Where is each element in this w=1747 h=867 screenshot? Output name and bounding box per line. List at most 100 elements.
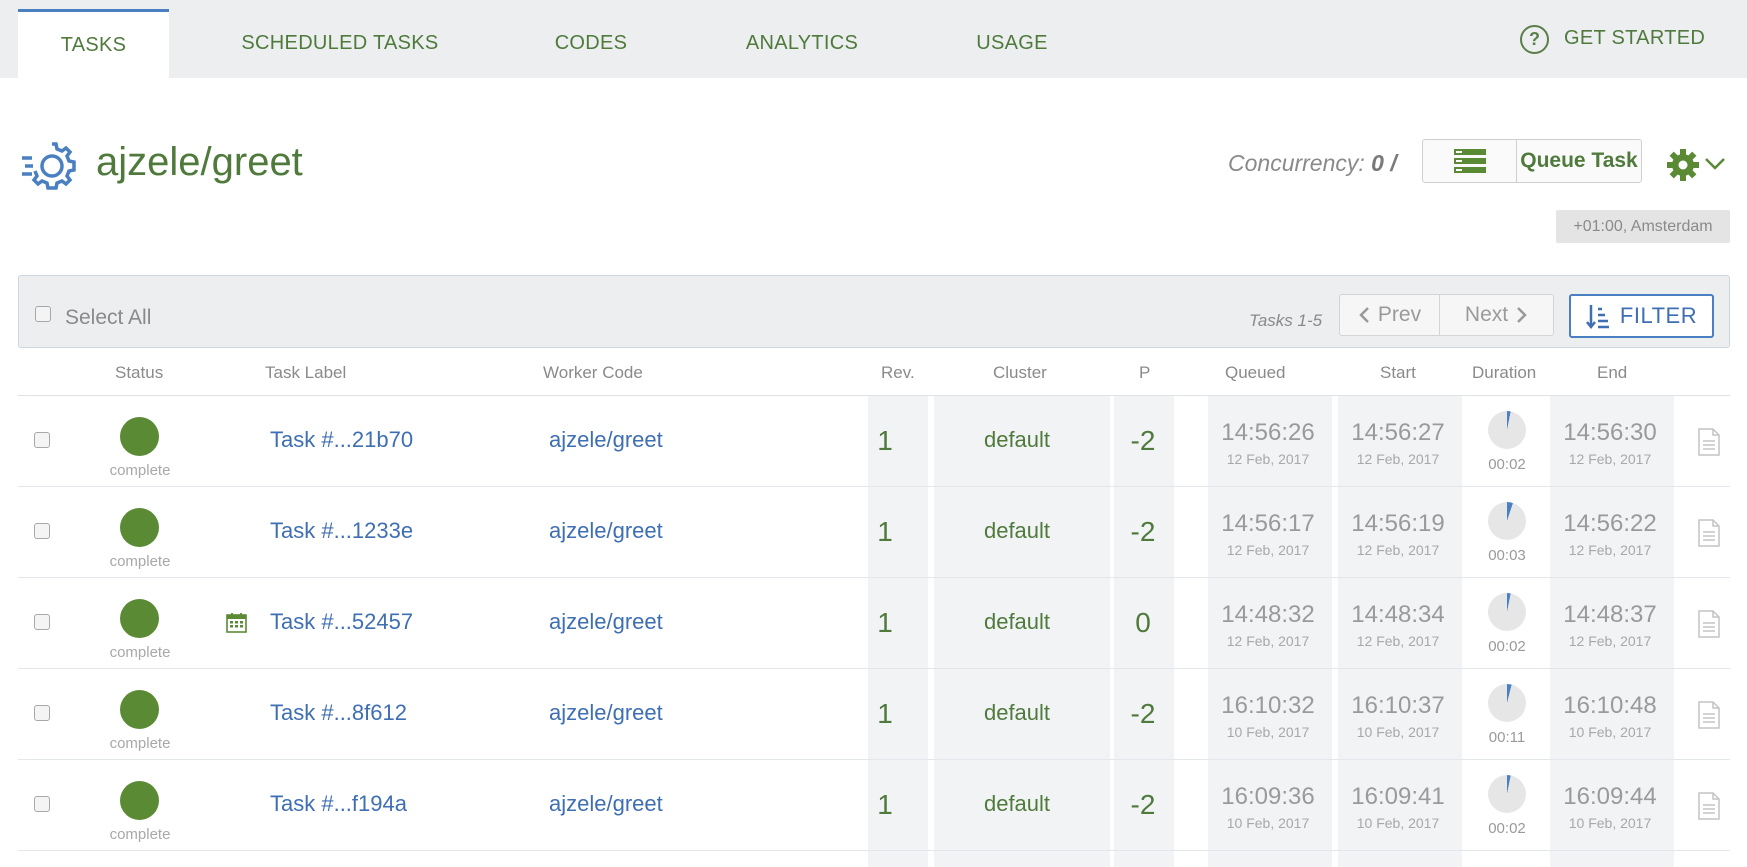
row-checkbox[interactable] xyxy=(34,796,50,812)
column-header-duration: Duration xyxy=(1472,363,1537,382)
help-icon[interactable]: ? xyxy=(1520,25,1549,54)
next-label: Next xyxy=(1464,303,1509,326)
worker-code-link[interactable]: ajzele/greet xyxy=(549,791,663,817)
priority: -2 xyxy=(1130,789,1156,820)
status-complete-dot xyxy=(120,599,159,638)
column-header-start: Start xyxy=(1380,363,1416,382)
select-all-checkbox[interactable] xyxy=(35,306,51,322)
tab-codes[interactable]: CODES xyxy=(540,9,642,78)
log-document-icon[interactable] xyxy=(1697,701,1721,729)
queued-date: 10 Feb, 2017 xyxy=(1226,724,1310,740)
queued-time: 14:48:32 xyxy=(1221,601,1315,628)
table-row[interactable]: complete Task #...f194a ajzele/greet 1 d… xyxy=(18,760,1730,851)
tab-tasks[interactable]: TASKS xyxy=(18,9,169,78)
queued-date: 12 Feb, 2017 xyxy=(1226,542,1310,558)
status-text: complete xyxy=(109,735,171,752)
priority: -2 xyxy=(1130,425,1156,456)
priority: -2 xyxy=(1130,516,1156,547)
next-button[interactable]: Next xyxy=(1440,295,1553,335)
prev-label: Prev xyxy=(1377,303,1422,326)
log-document-icon[interactable] xyxy=(1697,792,1721,820)
chevron-right-icon xyxy=(1517,307,1527,323)
queued-time: 16:10:32 xyxy=(1221,692,1315,719)
start-date: 10 Feb, 2017 xyxy=(1356,724,1440,740)
row-checkbox[interactable] xyxy=(34,432,50,448)
status-complete-dot xyxy=(120,690,159,729)
task-label-link[interactable]: Task #...f194a xyxy=(270,791,407,817)
status-text: complete xyxy=(109,826,171,843)
revision: 1 xyxy=(877,698,893,729)
start-time: 14:56:19 xyxy=(1351,510,1445,537)
concurrency-label: Concurrency: xyxy=(1228,150,1365,176)
revision: 1 xyxy=(877,607,893,638)
end-time: 14:56:30 xyxy=(1563,419,1657,446)
row-checkbox[interactable] xyxy=(34,614,50,630)
log-document-icon[interactable] xyxy=(1697,428,1721,456)
filter-button[interactable]: FILTER xyxy=(1569,294,1714,338)
code-gear-icon xyxy=(22,142,76,190)
end-date: 10 Feb, 2017 xyxy=(1568,815,1652,831)
column-header-end: End xyxy=(1597,363,1628,382)
start-time: 14:48:34 xyxy=(1351,601,1445,628)
cluster: default xyxy=(983,609,1051,634)
status-complete-dot xyxy=(120,781,159,820)
priority: 0 xyxy=(1135,607,1151,638)
concurrency-indicator: Concurrency: 0 / xyxy=(1228,150,1397,177)
worker-code-link[interactable]: ajzele/greet xyxy=(549,609,663,635)
column-header-priority: P xyxy=(1139,363,1151,382)
select-all-label[interactable]: Select All xyxy=(65,306,151,330)
page-title: ajzele/greet xyxy=(96,140,303,184)
task-label-link[interactable]: Task #...52457 xyxy=(270,609,413,635)
task-label-link[interactable]: Task #...1233e xyxy=(270,518,413,544)
cluster: default xyxy=(983,518,1051,543)
status-complete-dot xyxy=(120,417,159,456)
duration-text: 00:02 xyxy=(1488,820,1526,837)
task-toolbar: Select All Tasks 1-5 Prev Next FILTER xyxy=(18,275,1730,348)
queued-time: 14:56:26 xyxy=(1221,419,1315,446)
end-date: 12 Feb, 2017 xyxy=(1568,542,1652,558)
pager: Prev Next xyxy=(1339,294,1554,336)
chevron-down-icon[interactable] xyxy=(1704,156,1726,172)
queue-list-button[interactable] xyxy=(1423,140,1517,182)
table-row[interactable]: complete Task #...8f612 ajzele/greet 1 d… xyxy=(18,669,1730,760)
tasks-range: Tasks 1-5 xyxy=(1249,311,1323,330)
table-row[interactable]: complete Task #...52457 ajzele/greet 1 d… xyxy=(18,578,1730,669)
worker-code-link[interactable]: ajzele/greet xyxy=(549,700,663,726)
end-time: 14:56:22 xyxy=(1563,510,1657,537)
column-header-worker-code: Worker Code xyxy=(543,363,643,382)
get-started-link[interactable]: GET STARTED xyxy=(1564,27,1705,50)
task-label-link[interactable]: Task #...8f612 xyxy=(270,700,407,726)
end-time: 16:10:48 xyxy=(1563,692,1657,719)
log-document-icon[interactable] xyxy=(1697,610,1721,638)
log-document-icon[interactable] xyxy=(1697,519,1721,547)
cluster: default xyxy=(983,427,1051,452)
start-date: 12 Feb, 2017 xyxy=(1356,451,1440,467)
filter-label: FILTER xyxy=(1619,303,1698,328)
table-row[interactable]: complete Task #...1233e ajzele/greet 1 d… xyxy=(18,487,1730,578)
start-time: 16:10:37 xyxy=(1351,692,1445,719)
table-row[interactable]: complete Task #...21b70 ajzele/greet 1 d… xyxy=(18,396,1730,487)
queued-date: 12 Feb, 2017 xyxy=(1226,633,1310,649)
duration-pie xyxy=(1488,593,1526,631)
task-label-link[interactable]: Task #...21b70 xyxy=(270,427,413,453)
duration-text: 00:02 xyxy=(1488,456,1526,473)
tab-scheduled-tasks[interactable]: SCHEDULED TASKS xyxy=(222,9,458,78)
column-header-queued: Queued xyxy=(1225,363,1286,382)
start-date: 12 Feb, 2017 xyxy=(1356,633,1440,649)
prev-button[interactable]: Prev xyxy=(1340,295,1440,335)
end-time: 14:48:37 xyxy=(1563,601,1657,628)
worker-code-link[interactable]: ajzele/greet xyxy=(549,427,663,453)
tab-analytics[interactable]: ANALYTICS xyxy=(730,9,874,78)
settings-gear-icon[interactable] xyxy=(1666,148,1700,182)
queue-task-button[interactable]: Queue Task xyxy=(1517,140,1641,182)
column-header-status: Status xyxy=(115,363,164,382)
tab-usage[interactable]: USAGE xyxy=(964,9,1060,78)
duration-pie xyxy=(1488,411,1526,449)
sort-filter-icon xyxy=(1585,305,1609,329)
cluster: default xyxy=(983,791,1051,816)
status-complete-dot xyxy=(120,508,159,547)
row-checkbox[interactable] xyxy=(34,705,50,721)
row-checkbox[interactable] xyxy=(34,523,50,539)
worker-code-link[interactable]: ajzele/greet xyxy=(549,518,663,544)
queue-task-group: Queue Task xyxy=(1422,139,1642,183)
